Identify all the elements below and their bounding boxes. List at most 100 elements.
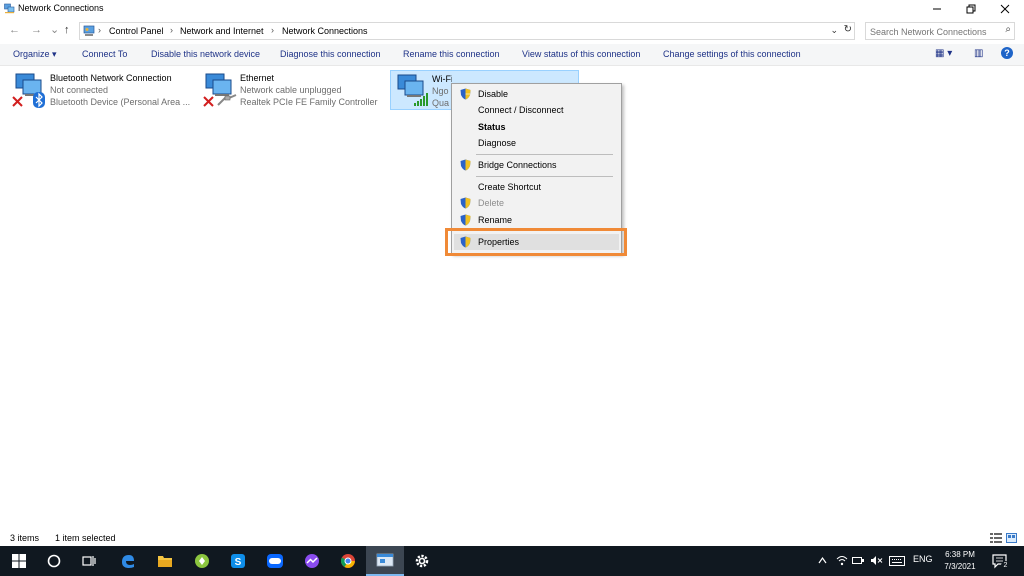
- ethernet-cable-icon: [217, 94, 237, 106]
- search-input[interactable]: [870, 25, 996, 38]
- recent-locations-button[interactable]: ⌄: [50, 23, 59, 36]
- connection-device: Bluetooth Device (Personal Area ...: [50, 97, 190, 107]
- minimize-icon: [933, 8, 941, 10]
- search-box[interactable]: ⌕: [865, 22, 1015, 40]
- menu-item-bridge-connections[interactable]: Bridge Connections: [454, 157, 619, 173]
- chrome-icon: [340, 554, 355, 568]
- clock-time: 6:38 PM: [945, 550, 975, 559]
- rename-connection-button[interactable]: Rename this connection: [403, 49, 500, 59]
- menu-item-delete: Delete: [454, 195, 619, 211]
- menu-item-connect-disconnect[interactable]: Connect / Disconnect: [454, 102, 619, 118]
- refresh-icon[interactable]: ↻: [844, 24, 852, 35]
- windows-logo-icon: [12, 554, 26, 568]
- restore-icon: [966, 4, 976, 14]
- notification-count-badge: 2: [1001, 561, 1010, 570]
- item-count: 3 items: [10, 533, 40, 543]
- search-icon[interactable]: ⌕: [1005, 24, 1011, 35]
- app-taskbar-button[interactable]: [183, 546, 221, 576]
- organize-button[interactable]: Organize ▾: [13, 49, 57, 60]
- touch-keyboard-icon[interactable]: [889, 556, 905, 566]
- skype-icon: S: [231, 554, 245, 568]
- messenger-taskbar-button[interactable]: [293, 546, 331, 576]
- minimize-button[interactable]: [920, 0, 954, 18]
- menu-label: Create Shortcut: [478, 182, 542, 192]
- breadcrumb-separator: ›: [271, 25, 274, 35]
- details-view-icon[interactable]: [990, 533, 1002, 543]
- back-button[interactable]: ←: [9, 24, 20, 36]
- disable-device-button[interactable]: Disable this network device: [151, 49, 260, 59]
- connection-item-bluetooth[interactable]: Bluetooth Network Connection Not connect…: [9, 70, 191, 110]
- breadcrumb-control-panel[interactable]: Control Panel: [109, 26, 164, 36]
- address-row: ← → ⌄ ↑ › Control Panel › Network and In…: [0, 20, 1024, 42]
- uac-shield-icon: [460, 88, 471, 100]
- menu-label: Disable: [478, 89, 509, 99]
- battery-plug-icon[interactable]: [852, 555, 865, 566]
- connection-name: Ethernet: [240, 73, 275, 83]
- preview-pane-button[interactable]: ▥: [974, 48, 983, 59]
- volume-muted-icon[interactable]: [870, 555, 883, 566]
- skype-taskbar-button[interactable]: S: [219, 546, 257, 576]
- menu-separator: [476, 154, 613, 155]
- menu-item-create-shortcut[interactable]: Create Shortcut: [454, 179, 619, 195]
- menu-label: Delete: [478, 198, 505, 208]
- action-center-button[interactable]: 2: [992, 553, 1010, 570]
- system-clock[interactable]: 6:38 PM 7/3/2021: [935, 549, 985, 573]
- uac-shield-icon: [460, 214, 471, 226]
- view-status-button[interactable]: View status of this connection: [522, 49, 640, 59]
- bluetooth-icon: [33, 92, 45, 108]
- folder-icon: [158, 556, 172, 567]
- close-icon: [1000, 4, 1010, 14]
- breadcrumb-separator: ›: [170, 25, 173, 35]
- connection-name: Wi-Fi: [432, 74, 452, 84]
- wifi-tray-icon[interactable]: [836, 555, 848, 566]
- breadcrumb-network-connections[interactable]: Network Connections: [282, 26, 368, 36]
- control-panel-icon: [83, 25, 95, 36]
- restore-button[interactable]: [954, 0, 988, 18]
- edge-taskbar-button[interactable]: [109, 546, 147, 576]
- disconnected-x-icon: [203, 96, 214, 107]
- status-bar: 3 items 1 item selected: [0, 530, 1024, 546]
- menu-item-rename[interactable]: Rename: [454, 212, 619, 228]
- task-view-button[interactable]: [70, 546, 108, 576]
- settings-taskbar-button[interactable]: [403, 546, 441, 576]
- uac-shield-icon: [460, 197, 471, 209]
- connect-to-button[interactable]: Connect To: [82, 49, 127, 59]
- start-button[interactable]: [0, 546, 38, 576]
- change-settings-button[interactable]: Change settings of this connection: [663, 49, 801, 59]
- menu-label: Bridge Connections: [478, 160, 557, 170]
- show-hidden-icons-chevron-icon[interactable]: [818, 556, 827, 564]
- menu-item-status[interactable]: Status: [454, 119, 619, 135]
- input-language[interactable]: ENG: [913, 554, 933, 564]
- address-bar[interactable]: › Control Panel › Network and Internet ›…: [79, 22, 855, 40]
- task-view-icon: [82, 556, 96, 566]
- menu-label: Diagnose: [478, 138, 517, 148]
- network-connections-taskbar-button[interactable]: [366, 546, 404, 576]
- file-explorer-taskbar-button[interactable]: [146, 546, 184, 576]
- breadcrumb-network-and-internet[interactable]: Network and Internet: [180, 26, 264, 36]
- properties-highlight-box: [445, 228, 627, 256]
- menu-item-diagnose[interactable]: Diagnose: [454, 135, 619, 151]
- title-bar: Network Connections: [0, 0, 1024, 18]
- wifi-signal-icon: [414, 93, 428, 106]
- zalo-taskbar-button[interactable]: [256, 546, 294, 576]
- diagnose-connection-button[interactable]: Diagnose this connection: [280, 49, 381, 59]
- close-button[interactable]: [988, 0, 1022, 18]
- connection-name: Bluetooth Network Connection: [50, 73, 172, 83]
- up-button[interactable]: ↑: [64, 24, 70, 36]
- connection-device: Qua: [432, 98, 450, 108]
- address-dropdown-icon[interactable]: ⌄: [830, 25, 838, 36]
- forward-button[interactable]: →: [31, 24, 42, 36]
- view-options-button[interactable]: ▦ ▾: [935, 48, 952, 59]
- large-icons-view-icon[interactable]: [1006, 533, 1017, 543]
- connection-status: Not connected: [50, 85, 109, 95]
- help-button[interactable]: ?: [1001, 47, 1013, 59]
- uac-shield-icon: [460, 159, 471, 171]
- search-taskbar-button[interactable]: [35, 546, 73, 576]
- chrome-taskbar-button[interactable]: [329, 546, 367, 576]
- connection-item-ethernet[interactable]: Ethernet Network cable unplugged Realtek…: [199, 70, 385, 110]
- gear-icon: [415, 554, 429, 568]
- zalo-icon: [267, 554, 283, 568]
- menu-item-disable[interactable]: Disable: [454, 86, 619, 102]
- connection-device: Realtek PCIe FE Family Controller: [240, 97, 378, 107]
- connection-status: Ngo: [432, 86, 449, 96]
